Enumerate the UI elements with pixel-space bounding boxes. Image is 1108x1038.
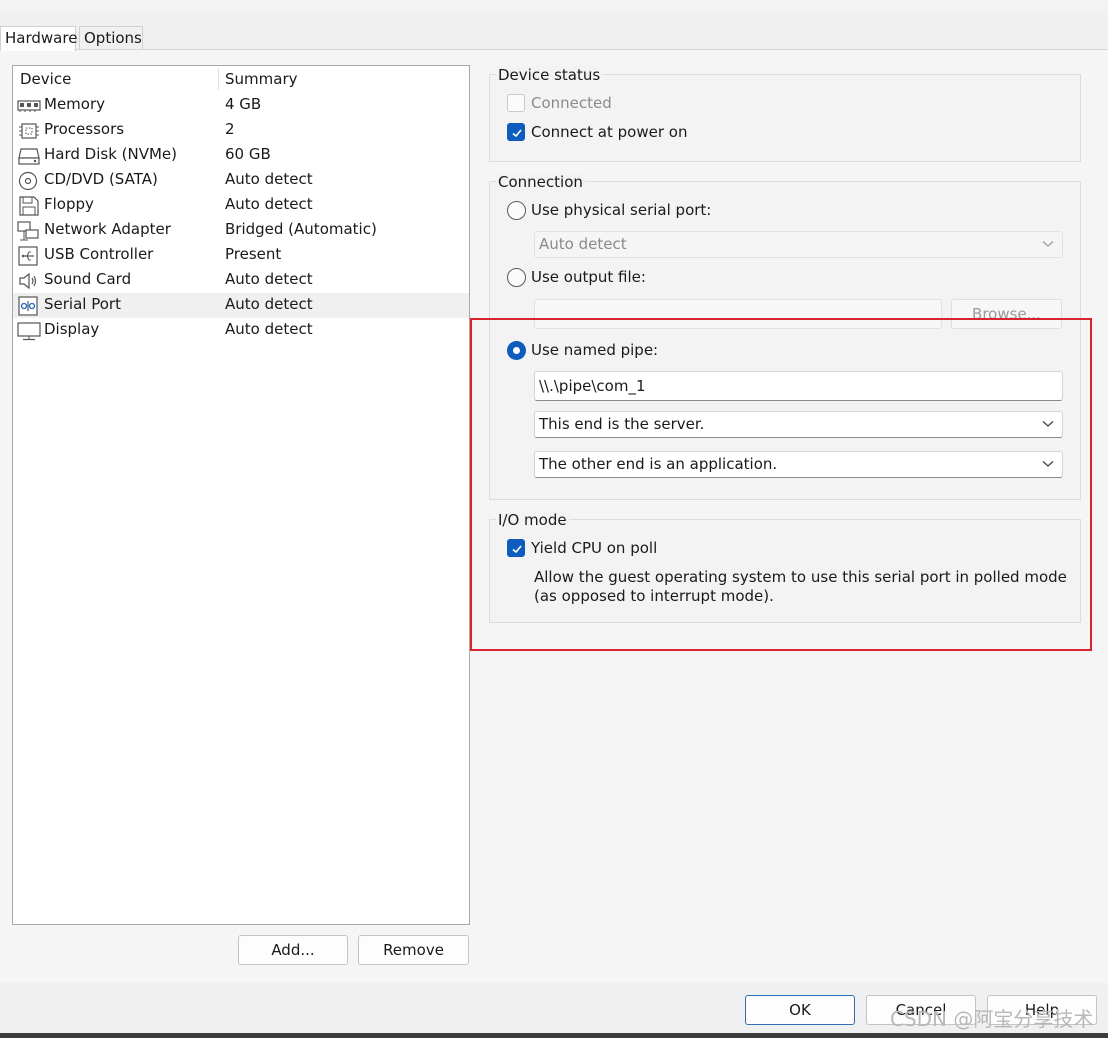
device-name: Sound Card xyxy=(44,270,132,288)
usb-icon xyxy=(18,246,38,266)
memory-icon xyxy=(17,100,41,112)
device-status-title: Device status xyxy=(496,66,603,84)
output-file-radio[interactable] xyxy=(507,268,526,287)
column-header-summary[interactable]: Summary xyxy=(225,70,298,88)
device-summary: Auto detect xyxy=(225,170,313,188)
processor-icon xyxy=(19,123,39,139)
device-summary: Bridged (Automatic) xyxy=(225,220,377,238)
device-summary: Auto detect xyxy=(225,270,313,288)
device-name: USB Controller xyxy=(44,245,154,263)
device-row-network-adapter[interactable]: Network Adapter Bridged (Automatic) xyxy=(13,218,469,243)
device-name: CD/DVD (SATA) xyxy=(44,170,158,188)
window-bottom-edge xyxy=(0,1033,1108,1038)
device-name: Floppy xyxy=(44,195,94,213)
list-header: Device Summary xyxy=(13,66,469,92)
device-name: Processors xyxy=(44,120,125,138)
sound-icon xyxy=(19,272,37,290)
column-separator[interactable] xyxy=(218,68,219,90)
highlight-box xyxy=(470,318,1092,651)
chevron-down-icon xyxy=(1042,241,1054,247)
network-adapter-icon xyxy=(17,221,39,241)
device-row-display[interactable]: Display Auto detect xyxy=(13,318,469,343)
device-name: Network Adapter xyxy=(44,220,171,238)
tab-hardware[interactable]: Hardware xyxy=(0,26,77,51)
display-icon xyxy=(17,322,41,341)
device-status-group xyxy=(489,74,1081,162)
connection-title: Connection xyxy=(496,173,585,191)
device-row-processors[interactable]: Processors 2 xyxy=(13,118,469,143)
device-row-cd-dvd[interactable]: CD/DVD (SATA) Auto detect xyxy=(13,168,469,193)
hard-disk-icon xyxy=(18,148,40,165)
device-row-usb-controller[interactable]: USB Controller Present xyxy=(13,243,469,268)
device-summary: Auto detect xyxy=(225,320,313,338)
device-summary: Present xyxy=(225,245,282,263)
title-bar xyxy=(0,0,1108,14)
physical-serial-port-radio[interactable] xyxy=(507,201,526,220)
device-summary: 60 GB xyxy=(225,145,271,163)
floppy-icon xyxy=(19,196,39,216)
device-summary: 4 GB xyxy=(225,95,262,113)
serial-port-icon xyxy=(18,296,38,316)
physical-serial-port-label: Use physical serial port: xyxy=(531,201,712,219)
remove-device-button[interactable]: Remove xyxy=(358,935,469,965)
ok-button[interactable]: OK xyxy=(745,995,855,1025)
device-row-memory[interactable]: Memory 4 GB xyxy=(13,93,469,118)
cd-dvd-icon xyxy=(18,171,38,191)
connect-at-power-on-checkbox[interactable] xyxy=(507,123,525,141)
device-name: Hard Disk (NVMe) xyxy=(44,145,178,163)
device-name: Display xyxy=(44,320,100,338)
add-device-button[interactable]: Add... xyxy=(238,935,348,965)
physical-port-select[interactable]: Auto detect xyxy=(534,231,1063,258)
device-row-serial-port[interactable]: Serial Port Auto detect xyxy=(13,293,469,318)
device-summary: Auto detect xyxy=(225,295,313,313)
connected-label: Connected xyxy=(531,94,612,112)
device-name: Serial Port xyxy=(44,295,121,313)
physical-port-value: Auto detect xyxy=(539,235,627,253)
device-row-hard-disk[interactable]: Hard Disk (NVMe) 60 GB xyxy=(13,143,469,168)
device-summary: 2 xyxy=(225,120,235,138)
device-list[interactable]: Device Summary Memory 4 GB Processors 2 … xyxy=(12,65,470,925)
output-file-label: Use output file: xyxy=(531,268,646,286)
connect-at-power-on-label: Connect at power on xyxy=(531,123,688,141)
checkmark-icon xyxy=(512,129,522,138)
device-row-floppy[interactable]: Floppy Auto detect xyxy=(13,193,469,218)
column-header-device[interactable]: Device xyxy=(20,70,71,88)
connected-checkbox[interactable] xyxy=(507,94,525,112)
tab-options[interactable]: Options xyxy=(79,26,143,50)
device-row-sound-card[interactable]: Sound Card Auto detect xyxy=(13,268,469,293)
watermark: CSDN @阿宝分享技术 xyxy=(890,1007,1094,1031)
device-summary: Auto detect xyxy=(225,195,313,213)
device-name: Memory xyxy=(44,95,106,113)
